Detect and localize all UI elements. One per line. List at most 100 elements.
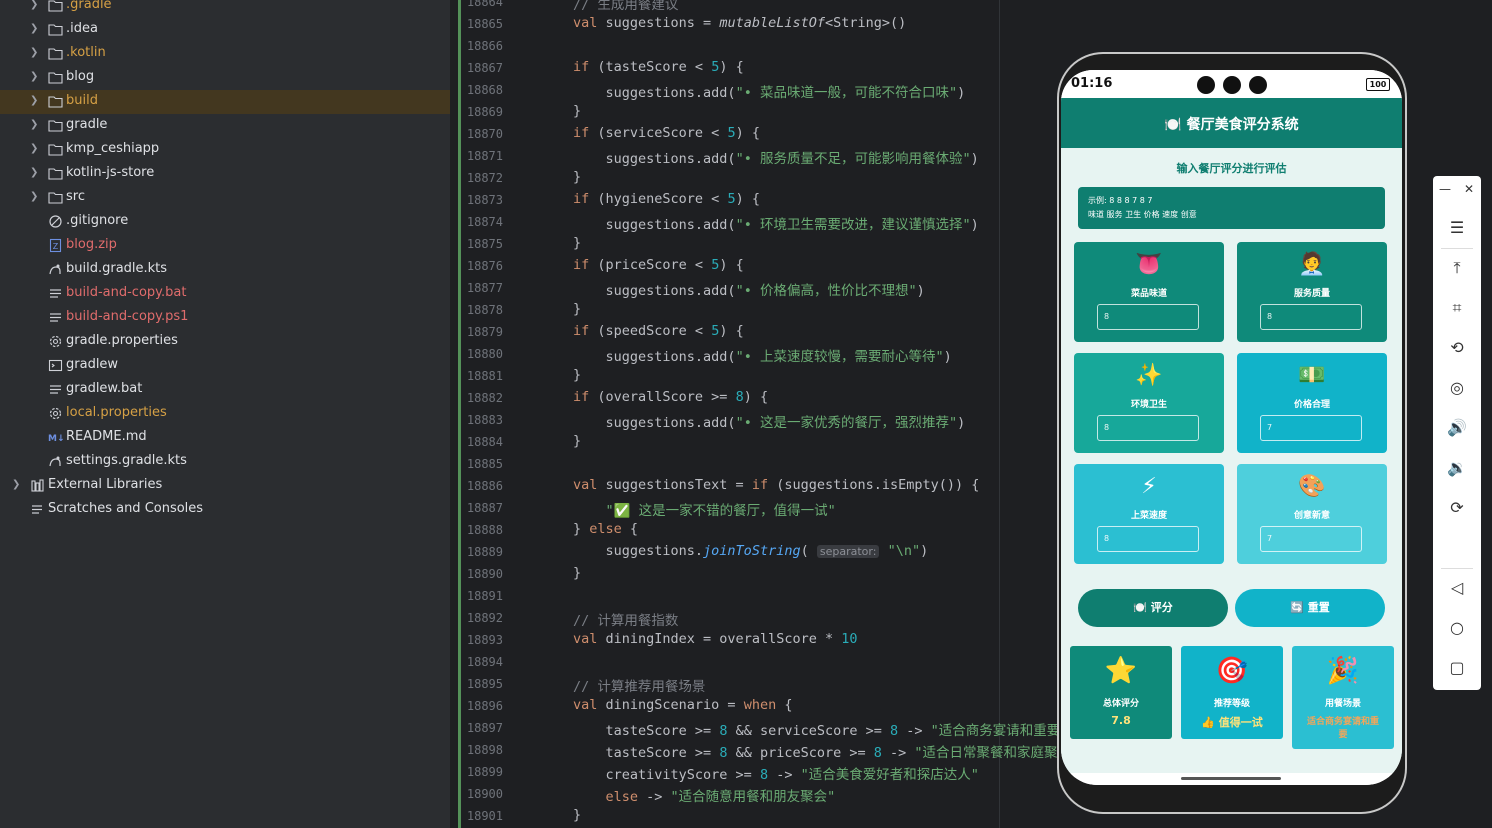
tree-item-scratches-and-consoles[interactable]: Scratches and Consoles	[0, 498, 450, 522]
code-line[interactable]: suggestions.add("• 环境卫生需要改进，建议谨慎选择")	[573, 213, 979, 233]
tree-item-blog[interactable]: ❯ blog	[0, 66, 450, 90]
line-number: 18894	[466, 655, 503, 669]
score-card: 🧑‍💼 服务质量 8	[1237, 242, 1387, 342]
line-number: 18876	[466, 259, 503, 273]
tree-item-src[interactable]: ❯ src	[0, 186, 450, 210]
tree-item-build-and-copy-bat[interactable]: build-and-copy.bat	[0, 282, 450, 306]
code-line[interactable]: if (tasteScore < 5) {	[573, 59, 744, 75]
chevron-right-icon[interactable]: ❯	[30, 191, 38, 202]
score-card: 👅 菜品味道 8	[1074, 242, 1224, 342]
volume-up-icon[interactable]: 🔊	[1433, 418, 1481, 437]
code-line[interactable]: val diningIndex = overallScore * 10	[573, 631, 858, 647]
tree-item-blog-zip[interactable]: Zblog.zip	[0, 234, 450, 258]
code-line[interactable]: if (overallScore >= 8) {	[573, 389, 768, 405]
chevron-right-icon[interactable]: ❯	[30, 47, 38, 58]
rotate-icon[interactable]: ⟲	[1433, 338, 1481, 357]
crop-icon[interactable]: ⌗	[1433, 298, 1481, 318]
rotate-device-icon[interactable]: ⟳	[1433, 498, 1481, 517]
score-input[interactable]: 7	[1260, 526, 1362, 552]
score-input[interactable]: 7	[1260, 415, 1362, 441]
home-icon[interactable]: ○	[1433, 618, 1481, 637]
chevron-right-icon[interactable]: ❯	[30, 23, 38, 34]
tree-item-gradle[interactable]: ❯ gradle	[0, 114, 450, 138]
tree-item-build-and-copy-ps1[interactable]: build-and-copy.ps1	[0, 306, 450, 330]
code-line[interactable]: suggestions.add("• 上菜速度较慢，需要耐心等待")	[573, 345, 952, 365]
line-number: 18878	[466, 303, 503, 317]
tree-item-kotlin[interactable]: ❯ .kotlin	[0, 42, 450, 66]
score-input[interactable]: 8	[1097, 304, 1199, 330]
chevron-right-icon[interactable]: ❯	[30, 119, 38, 130]
tree-item-gradlew[interactable]: gradlew	[0, 354, 450, 378]
tree-item-build[interactable]: ❯ build	[0, 90, 450, 114]
chevron-right-icon[interactable]: ❯	[30, 95, 38, 106]
chevron-right-icon[interactable]: ❯	[30, 0, 38, 10]
tree-item-build-gradle-kts[interactable]: build.gradle.kts	[0, 258, 450, 282]
score-input[interactable]: 8	[1097, 415, 1199, 441]
code-line[interactable]: } else {	[573, 521, 638, 537]
tree-item-external-libraries[interactable]: ❯ External Libraries	[0, 474, 450, 498]
code-line[interactable]: }	[573, 103, 581, 119]
code-line[interactable]: val suggestionsText = if (suggestions.is…	[573, 477, 979, 493]
code-line[interactable]: suggestions.add("• 这是一家优秀的餐厅，强烈推荐")	[573, 411, 966, 431]
chevron-right-icon[interactable]: ❯	[30, 143, 38, 154]
code-line[interactable]: // 计算用餐指数	[573, 609, 678, 629]
code-line[interactable]: // 生成用餐建议	[573, 0, 678, 13]
chevron-right-icon[interactable]: ❯	[30, 71, 38, 82]
close-icon[interactable]: ✕	[1457, 182, 1481, 196]
code-line[interactable]: // 计算推荐用餐场景	[573, 675, 705, 695]
minimize-icon[interactable]: —	[1433, 182, 1457, 196]
volume-down-icon[interactable]: 🔉	[1433, 458, 1481, 477]
tree-item-idea[interactable]: ❯ .idea	[0, 18, 450, 42]
chevron-right-icon[interactable]: ❯	[30, 167, 38, 178]
pin-top-icon[interactable]: ⤒	[1433, 258, 1481, 278]
tree-item-gradle[interactable]: ❯ .gradle	[0, 0, 450, 18]
menu-icon[interactable]: ☰	[1433, 218, 1481, 237]
score-input[interactable]: 8	[1260, 304, 1362, 330]
code-line[interactable]: suggestions.add("• 菜品味道一般，可能不符合口味")	[573, 81, 966, 101]
code-line[interactable]: }	[573, 235, 581, 251]
tree-item-gradlew-bat[interactable]: gradlew.bat	[0, 378, 450, 402]
code-line[interactable]: suggestions.add("• 价格偏高，性价比不理想")	[573, 279, 925, 299]
code-line[interactable]: val diningScenario = when {	[573, 697, 792, 713]
tree-item-kotlin-js-store[interactable]: ❯ kotlin-js-store	[0, 162, 450, 186]
screenshot-icon[interactable]: ◎	[1433, 378, 1481, 397]
code-line[interactable]: if (serviceScore < 5) {	[573, 125, 760, 141]
code-line[interactable]: }	[573, 433, 581, 449]
score-input[interactable]: 8	[1097, 526, 1199, 552]
code-line[interactable]: }	[573, 565, 581, 581]
code-line[interactable]: if (hygieneScore < 5) {	[573, 191, 760, 207]
camera-dot-icon	[1223, 76, 1241, 94]
tree-item-readme-md[interactable]: M↓ README.md	[0, 426, 450, 450]
code-line[interactable]: if (speedScore < 5) {	[573, 323, 744, 339]
tree-item-gradle-properties[interactable]: gradle.properties	[0, 330, 450, 354]
home-indicator[interactable]	[1181, 777, 1281, 780]
code-line[interactable]: }	[573, 169, 581, 185]
line-number: 18866	[466, 39, 503, 53]
tree-item-gitignore[interactable]: .gitignore	[0, 210, 450, 234]
line-number: 18869	[466, 105, 503, 119]
code-line[interactable]: tasteScore >= 8 && serviceScore >= 8 -> …	[573, 719, 1096, 739]
back-icon[interactable]: ◁	[1433, 578, 1481, 597]
code-line[interactable]: if (priceScore < 5) {	[573, 257, 744, 273]
code-line[interactable]: suggestions.add("• 服务质量不足，可能影响用餐体验")	[573, 147, 979, 167]
code-line[interactable]: else -> "适合随意用餐和朋友聚会"	[573, 785, 836, 805]
recents-icon[interactable]: ▢	[1433, 658, 1481, 677]
reset-button[interactable]: 🔄 重置	[1235, 589, 1385, 627]
tree-item-settings-gradle-kts[interactable]: settings.gradle.kts	[0, 450, 450, 474]
tree-item-local-properties[interactable]: local.properties	[0, 402, 450, 426]
gradle-file-icon	[48, 262, 63, 277]
code-line[interactable]: creativityScore >= 8 -> "适合美食爱好者和探店达人"	[573, 763, 979, 783]
tree-item-label: build	[66, 93, 98, 108]
code-line[interactable]: }	[573, 807, 581, 823]
code-line[interactable]: }	[573, 301, 581, 317]
code-line[interactable]: tasteScore >= 8 && priceScore >= 8 -> "适…	[573, 741, 1080, 761]
folder-icon	[48, 190, 63, 205]
code-line[interactable]: }	[573, 367, 581, 383]
code-line[interactable]: suggestions.joinToString( separator: "\n…	[573, 543, 929, 559]
chevron-right-icon[interactable]: ❯	[12, 479, 20, 490]
card-emoji-icon: ⚡	[1141, 474, 1157, 499]
code-line[interactable]: val suggestions = mutableListOf<String>(…	[573, 15, 906, 31]
evaluate-button[interactable]: 🍽️ 评分	[1078, 589, 1228, 627]
tree-item-kmp-ceshiapp[interactable]: ❯ kmp_ceshiapp	[0, 138, 450, 162]
code-line[interactable]: "✅ 这是一家不错的餐厅，值得一试"	[573, 499, 836, 519]
